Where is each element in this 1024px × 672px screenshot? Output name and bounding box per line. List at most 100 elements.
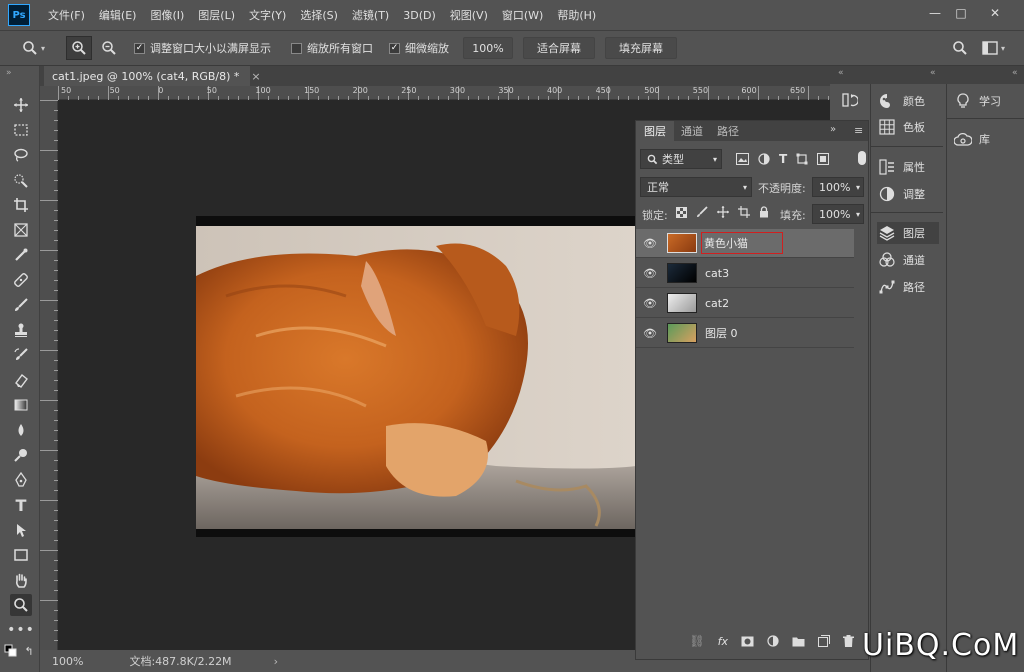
dock-item-paths[interactable]: 路径 [877, 276, 925, 298]
collapse-dock2-icon[interactable]: « [1012, 68, 1018, 78]
fx-icon[interactable]: fx [718, 635, 728, 648]
dodge-tool-icon[interactable] [10, 444, 32, 466]
maximize-button[interactable]: □ [950, 4, 972, 22]
scrubby-zoom-checkbox[interactable]: ✓ 细微缩放 [389, 40, 449, 56]
close-window-button[interactable]: ✕ [984, 4, 1006, 22]
lock-all-icon[interactable] [759, 206, 769, 218]
collapse-dock1-icon[interactable]: « [930, 68, 936, 78]
collapse-panel-icon[interactable]: » [830, 124, 836, 135]
menu-filter[interactable]: 滤镜(T) [352, 7, 389, 23]
menu-type[interactable]: 文字(Y) [249, 7, 286, 23]
menu-image[interactable]: 图像(I) [150, 7, 184, 23]
zoom-percentage-field[interactable]: 100% [463, 37, 513, 59]
history-brush-tool-icon[interactable] [10, 344, 32, 366]
filter-smart-object-icon[interactable] [817, 152, 830, 166]
zoom-tool-preset-icon[interactable]: ▾ [22, 40, 52, 56]
layer-row[interactable]: 👁 cat3 [636, 259, 854, 288]
blend-mode-dropdown[interactable]: 正常 ▾ [640, 177, 752, 197]
status-zoom[interactable]: 100% [52, 655, 83, 668]
layer-filter-dropdown[interactable]: 类型 ▾ [640, 149, 722, 169]
frame-tool-icon[interactable] [10, 219, 32, 241]
dock-item-layers[interactable]: 图层 [877, 222, 939, 244]
swap-colors-icon[interactable]: ↰ [22, 644, 36, 658]
document-tab[interactable]: cat1.jpeg @ 100% (cat4, RGB/8) * × [44, 66, 261, 86]
blur-tool-icon[interactable] [10, 419, 32, 441]
dock-item-properties[interactable]: 属性 [877, 156, 925, 178]
menu-view[interactable]: 视图(V) [450, 7, 488, 23]
layer-row[interactable]: 👁 图层 0 [636, 319, 854, 348]
dock-item-libraries[interactable]: 库 [953, 128, 990, 150]
visibility-eye-icon[interactable]: 👁 [636, 297, 664, 310]
layer-row[interactable]: 👁 黄色小猫 [636, 229, 854, 258]
visibility-eye-icon[interactable]: 👁 [636, 267, 664, 280]
menu-window[interactable]: 窗口(W) [502, 7, 543, 23]
menu-layer[interactable]: 图层(L) [198, 7, 235, 23]
document-image[interactable] [196, 216, 636, 537]
crop-tool-icon[interactable] [10, 194, 32, 216]
filter-shape-icon[interactable] [796, 152, 808, 166]
lasso-tool-icon[interactable] [10, 144, 32, 166]
lock-artboard-icon[interactable] [738, 206, 750, 218]
pen-tool-icon[interactable] [10, 469, 32, 491]
collapse-toolbar-icon[interactable]: » [6, 68, 12, 78]
layer-name-edit-field[interactable]: 黄色小猫 [701, 232, 783, 254]
hand-tool-icon[interactable] [10, 569, 32, 591]
lock-transparent-icon[interactable] [676, 206, 687, 218]
fill-field[interactable]: 100% ▾ [812, 204, 864, 224]
menu-3d[interactable]: 3D(D) [403, 9, 436, 22]
menu-select[interactable]: 选择(S) [300, 7, 338, 23]
visibility-eye-icon[interactable]: 👁 [636, 327, 664, 340]
collapse-left-icon[interactable]: « [838, 68, 844, 78]
brush-tool-icon[interactable] [10, 294, 32, 316]
zoom-in-icon[interactable] [66, 36, 92, 60]
history-icon[interactable] [842, 92, 859, 111]
menu-edit[interactable]: 编辑(E) [99, 7, 137, 23]
path-selection-tool-icon[interactable] [10, 519, 32, 541]
tab-layers[interactable]: 图层 [636, 121, 674, 141]
dock-item-learn[interactable]: 学习 [953, 90, 1001, 112]
link-icon[interactable]: ⛓ [689, 634, 704, 648]
panel-menu-icon[interactable]: ≡ [854, 124, 863, 137]
search-icon[interactable] [952, 40, 968, 59]
trash-icon[interactable] [843, 635, 854, 647]
new-layer-icon[interactable] [818, 635, 830, 647]
quick-selection-tool-icon[interactable] [10, 169, 32, 191]
status-menu-arrow[interactable]: › [274, 655, 278, 668]
dock-item-channels[interactable]: 通道 [877, 249, 925, 271]
healing-brush-tool-icon[interactable] [10, 269, 32, 291]
move-tool-icon[interactable] [10, 94, 32, 116]
default-colors-icon[interactable] [4, 644, 18, 658]
filter-toggle-switch[interactable] [858, 151, 866, 165]
clone-stamp-tool-icon[interactable] [10, 319, 32, 341]
gradient-tool-icon[interactable] [10, 394, 32, 416]
mask-icon[interactable] [741, 636, 754, 647]
eyedropper-tool-icon[interactable] [10, 244, 32, 266]
menu-help[interactable]: 帮助(H) [557, 7, 596, 23]
visibility-eye-icon[interactable]: 👁 [636, 237, 664, 250]
zoom-tool-icon[interactable] [10, 594, 32, 616]
menu-file[interactable]: 文件(F) [48, 7, 85, 23]
lock-position-icon[interactable] [717, 206, 729, 218]
dock-item-color[interactable]: 颜色 [877, 90, 925, 112]
dock-item-adjustments[interactable]: 调整 [877, 183, 925, 205]
zoom-out-icon[interactable] [96, 36, 122, 60]
minimize-button[interactable]: — [924, 4, 946, 22]
folder-icon[interactable] [792, 636, 805, 647]
fill-screen-button[interactable]: 填充屏幕 [605, 37, 677, 59]
rectangle-tool-icon[interactable] [10, 544, 32, 566]
adjustment-icon[interactable] [767, 635, 779, 647]
more-tools-icon[interactable]: ••• [7, 619, 34, 641]
close-tab-icon[interactable]: × [251, 70, 260, 83]
tab-channels[interactable]: 通道 [674, 121, 710, 141]
workspace-switcher-icon[interactable]: ▾ [982, 41, 1005, 55]
eraser-tool-icon[interactable] [10, 369, 32, 391]
layer-row[interactable]: 👁 cat2 [636, 289, 854, 318]
opacity-field[interactable]: 100% ▾ [812, 177, 864, 197]
filter-pixel-icon[interactable] [736, 152, 749, 166]
marquee-tool-icon[interactable] [10, 119, 32, 141]
filter-type-icon[interactable]: T [779, 152, 787, 166]
dock-item-swatches[interactable]: 色板 [877, 116, 925, 138]
lock-pixels-icon[interactable] [696, 206, 708, 218]
fit-screen-button[interactable]: 适合屏幕 [523, 37, 595, 59]
zoom-all-windows-checkbox[interactable]: 缩放所有窗口 [291, 40, 373, 56]
